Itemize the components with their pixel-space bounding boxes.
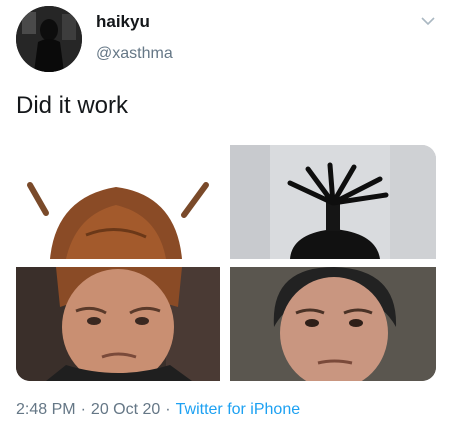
separator-dot: · bbox=[80, 401, 86, 418]
tweet-text: Did it work bbox=[16, 92, 129, 119]
author-display-name[interactable]: haikyu bbox=[96, 12, 150, 32]
chevron-down-icon[interactable] bbox=[420, 14, 436, 28]
tweet-card: haikyu @xasthma Did it work 2:48 PM · 20… bbox=[0, 0, 450, 435]
avatar-image bbox=[16, 6, 82, 72]
hair-with-pigtails-image[interactable] bbox=[16, 145, 220, 259]
man-portrait-left-image[interactable] bbox=[16, 267, 220, 381]
author-handle[interactable]: @xasthma bbox=[96, 45, 173, 63]
avatar[interactable] bbox=[16, 6, 82, 72]
tweet-date[interactable]: 20 Oct 20 bbox=[91, 401, 160, 418]
separator-dot: · bbox=[165, 401, 171, 418]
hair-with-top-tuft-image[interactable] bbox=[230, 145, 436, 259]
tweet-time[interactable]: 2:48 PM bbox=[16, 401, 76, 418]
tweet-metadata: 2:48 PM · 20 Oct 20 · Twitter for iPhone bbox=[16, 401, 300, 419]
man-portrait-right-image[interactable] bbox=[230, 267, 436, 381]
tweet-source-link[interactable]: Twitter for iPhone bbox=[176, 401, 301, 418]
media-grid bbox=[16, 145, 436, 381]
